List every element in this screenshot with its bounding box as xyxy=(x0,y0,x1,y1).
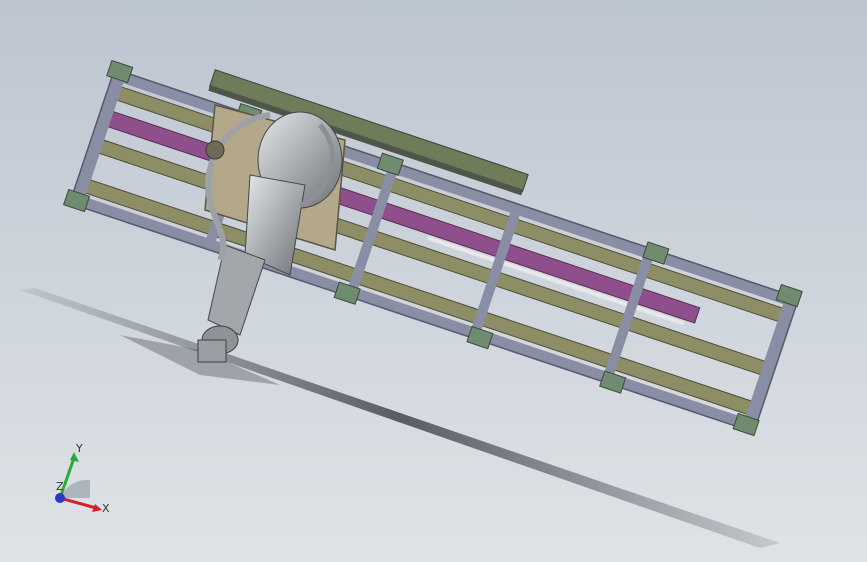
floor-shadow xyxy=(20,288,780,548)
coordinate-triad: Y X Z xyxy=(55,442,110,515)
cad-model-scene[interactable] xyxy=(0,0,867,562)
triad-y-label: Y xyxy=(75,442,83,455)
triad-z-label: Z xyxy=(56,480,64,493)
motor-housing xyxy=(205,140,225,160)
robot-forearm xyxy=(207,244,266,336)
triad-x-label: X xyxy=(102,502,110,515)
gantry-assembly[interactable] xyxy=(62,38,810,438)
graphics-viewport[interactable]: Y X Z xyxy=(0,0,867,562)
welding-torch xyxy=(197,339,227,363)
triad-z-axis xyxy=(55,493,65,503)
triad-x-axis xyxy=(59,496,97,510)
robot-arm[interactable] xyxy=(197,104,346,363)
triad-x-arrow xyxy=(92,504,102,512)
